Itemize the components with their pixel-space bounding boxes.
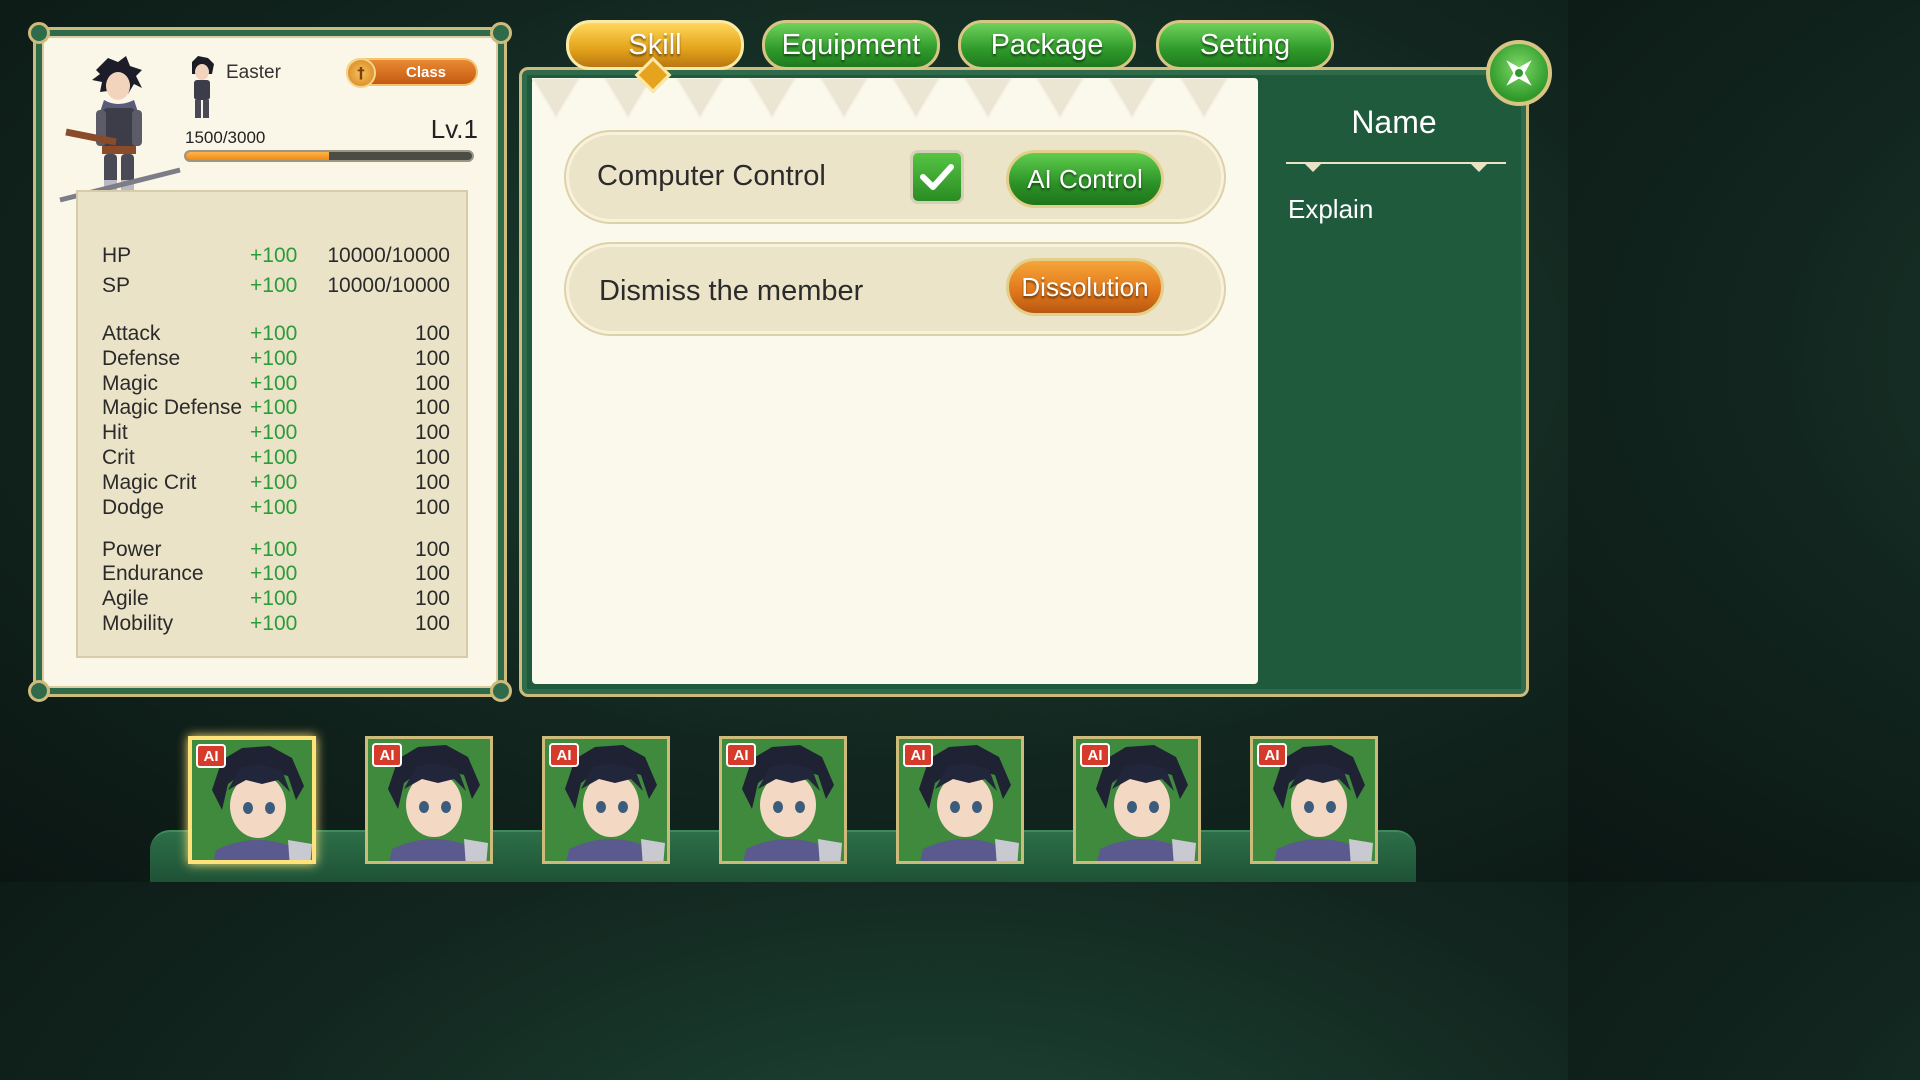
ai-badge: AI — [726, 743, 756, 767]
stat-name: Hit — [102, 421, 128, 444]
ai-badge: AI — [372, 743, 402, 767]
stat-row-hit: Hit +100 100 — [78, 421, 470, 446]
stat-name: Magic Defense — [102, 396, 243, 419]
party-member-portrait[interactable]: AI — [365, 736, 493, 864]
decorative-diamond-border — [532, 78, 1230, 120]
computer-control-checkbox[interactable] — [910, 150, 964, 204]
stat-row-magic: Magic +100 100 — [78, 372, 470, 397]
stat-bonus: +100 — [250, 562, 298, 585]
stat-value: 100 — [414, 347, 450, 370]
sword-icon: † — [346, 58, 376, 88]
stat-value: 100 — [414, 322, 450, 345]
checkmark-icon — [920, 164, 954, 190]
stat-bonus: +100 — [250, 538, 298, 561]
stat-row-magic-defense: Magic Defense +100 100 — [78, 396, 470, 421]
party-member-portrait[interactable]: AI — [896, 736, 1024, 864]
info-divider — [1286, 162, 1506, 172]
stat-row-power: Power +100 100 — [78, 538, 470, 563]
stat-name: Power — [102, 538, 162, 561]
corner-ornament — [490, 22, 512, 44]
stat-bonus: +100 — [250, 446, 298, 469]
stats-box: HP +100 10000/10000 SP +100 10000/10000 … — [76, 190, 468, 658]
character-mini-sprite — [192, 56, 214, 118]
stat-name: Magic — [102, 372, 159, 395]
tab-setting[interactable]: Setting — [1156, 20, 1334, 70]
stat-row-agile: Agile +100 100 — [78, 587, 470, 612]
stat-row-crit: Crit +100 100 — [78, 446, 470, 471]
stat-name: Agile — [102, 587, 149, 610]
stat-bonus: +100 — [250, 471, 298, 494]
stat-value: 100 — [414, 372, 450, 395]
level-text: Lv.1 — [430, 114, 478, 144]
dismiss-member-label: Dismiss the member — [599, 275, 864, 307]
stat-value: 100 — [414, 446, 450, 469]
stat-row-mobility: Mobility +100 100 — [78, 612, 470, 637]
stat-row-dodge: Dodge +100 100 — [78, 496, 470, 521]
ai-badge: AI — [903, 743, 933, 767]
party-member-portrait[interactable]: AI — [542, 736, 670, 864]
stat-bonus: +100 — [250, 244, 298, 267]
party-member-portrait[interactable]: AI — [719, 736, 847, 864]
party-member-portrait[interactable]: AI — [1250, 736, 1378, 864]
info-title: Name — [1351, 104, 1437, 140]
stat-value: 100 — [414, 562, 450, 585]
corner-ornament — [28, 22, 50, 44]
stat-value: 10000/10000 — [327, 274, 450, 297]
character-name: Easter — [226, 62, 281, 83]
stat-bonus: +100 — [250, 496, 298, 519]
ai-control-button[interactable]: AI Control — [1006, 150, 1164, 208]
ai-badge: AI — [1080, 743, 1110, 767]
stat-value: 100 — [414, 496, 450, 519]
stat-value: 100 — [414, 538, 450, 561]
stat-row-magic-crit: Magic Crit +100 100 — [78, 471, 470, 496]
computer-control-label: Computer Control — [597, 160, 826, 192]
stat-row-sp: SP +100 10000/10000 — [78, 274, 470, 299]
stat-bonus: +100 — [250, 421, 298, 444]
stat-row-hp: HP +100 10000/10000 — [78, 244, 470, 269]
stat-row-endurance: Endurance +100 100 — [78, 562, 470, 587]
stat-value: 100 — [414, 421, 450, 444]
stat-bonus: +100 — [250, 322, 298, 345]
close-star-icon — [1506, 60, 1532, 86]
corner-ornament — [490, 680, 512, 702]
stat-name: Defense — [102, 347, 181, 370]
stat-bonus: +100 — [250, 396, 298, 419]
stat-name: Mobility — [102, 612, 174, 635]
ai-badge: AI — [196, 744, 226, 768]
stat-value: 100 — [414, 612, 450, 635]
stat-row-defense: Defense +100 100 — [78, 347, 470, 372]
stat-row-attack: Attack +100 100 — [78, 322, 470, 347]
dissolution-button[interactable]: Dissolution — [1006, 258, 1164, 316]
corner-ornament — [28, 680, 50, 702]
tab-package[interactable]: Package — [958, 20, 1136, 70]
close-button[interactable] — [1486, 40, 1552, 106]
stat-bonus: +100 — [250, 612, 298, 635]
ai-badge: AI — [549, 743, 579, 767]
experience-bar — [184, 150, 474, 162]
experience-bar-fill — [186, 152, 329, 160]
stat-bonus: +100 — [250, 274, 298, 297]
tab-equipment[interactable]: Equipment — [762, 20, 940, 70]
stat-name: Crit — [102, 446, 135, 469]
stat-value: 100 — [414, 587, 450, 610]
stat-name: Attack — [102, 322, 161, 345]
stat-bonus: +100 — [250, 347, 298, 370]
stat-value: 100 — [414, 471, 450, 494]
party-member-portrait[interactable]: AI — [1073, 736, 1201, 864]
stat-bonus: +100 — [250, 372, 298, 395]
ai-badge: AI — [1257, 743, 1287, 767]
stat-name: SP — [102, 274, 131, 297]
info-explain: Explain — [1288, 194, 1374, 224]
stat-bonus: +100 — [250, 587, 298, 610]
stat-name: HP — [102, 244, 132, 267]
stat-name: Dodge — [102, 496, 164, 519]
stat-name: Endurance — [102, 562, 204, 585]
stat-name: Magic Crit — [102, 471, 197, 494]
stat-value: 10000/10000 — [327, 244, 450, 267]
experience-text: 1500/3000 — [185, 128, 266, 147]
party-member-portrait[interactable]: AI — [188, 736, 316, 864]
stat-value: 100 — [414, 396, 450, 419]
